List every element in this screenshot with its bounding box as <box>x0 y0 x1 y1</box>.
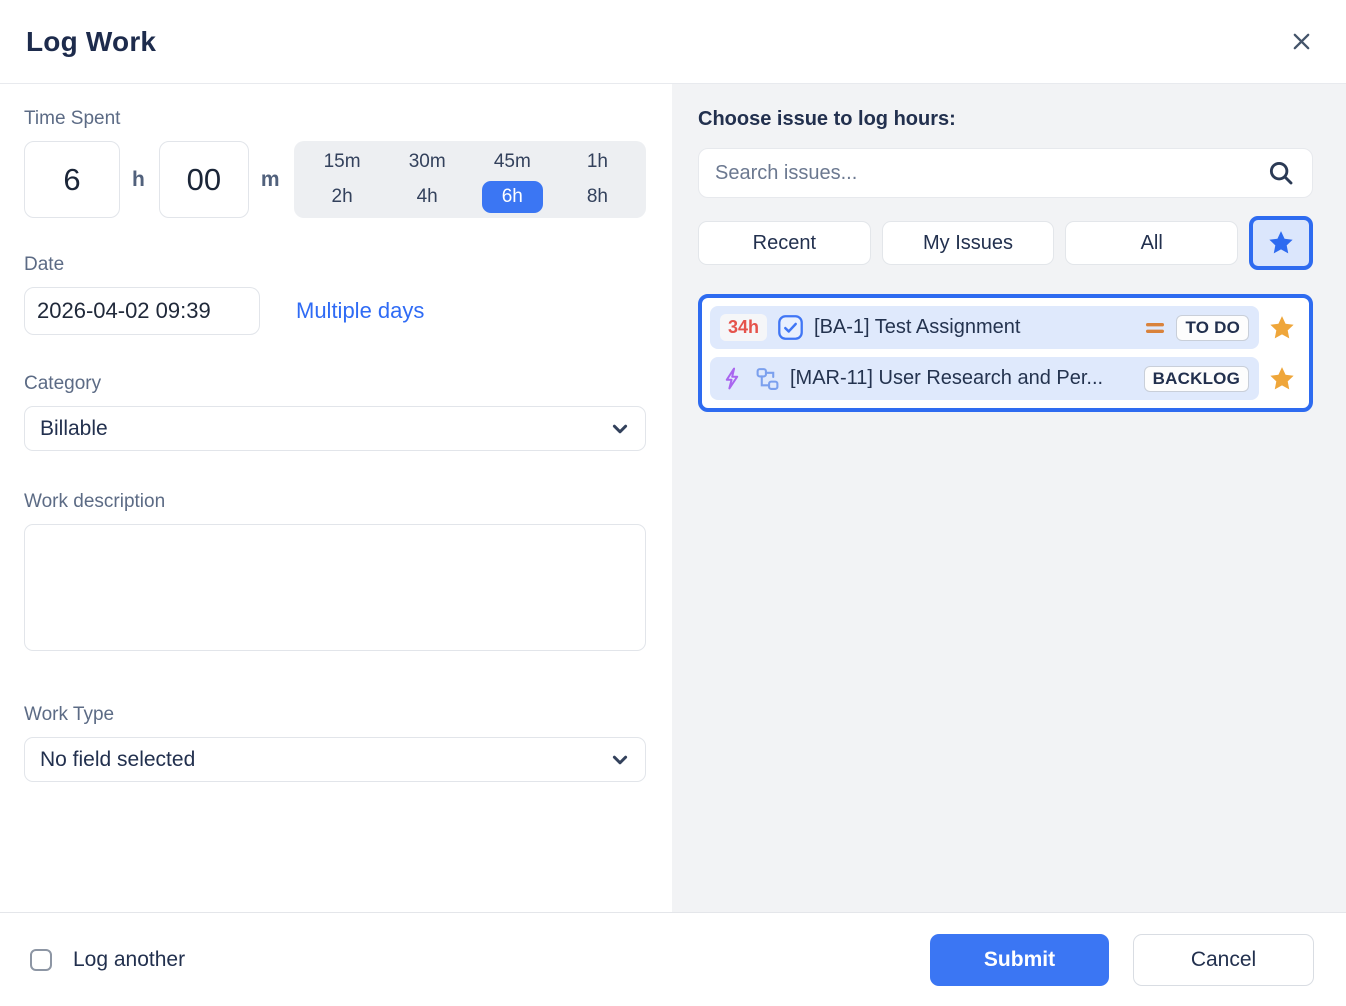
work-description-section: Work description <box>24 491 646 656</box>
medium-priority-icon <box>1144 320 1166 336</box>
task-checkbox-icon <box>777 314 804 341</box>
filter-all-label: All <box>1141 232 1163 255</box>
chevron-down-icon <box>611 420 629 438</box>
date-section: Date Multiple days <box>24 254 646 335</box>
dialog-body: Time Spent h m 15m 30m 45m 1h 2h 4h 6h 8… <box>0 84 1346 912</box>
preset-8h[interactable]: 8h <box>573 181 622 213</box>
hours-input[interactable] <box>24 141 120 218</box>
filter-recent-label: Recent <box>753 232 816 255</box>
work-type-section: Work Type No field selected <box>24 704 646 782</box>
log-another-checkbox[interactable] <box>30 949 52 971</box>
dialog-footer: Log another Submit Cancel <box>0 912 1346 1006</box>
cancel-button[interactable]: Cancel <box>1133 934 1314 986</box>
status-badge: BACKLOG <box>1144 366 1249 392</box>
favorite-toggle[interactable] <box>1259 313 1305 343</box>
log-another-label: Log another <box>73 948 185 972</box>
favorite-toggle[interactable] <box>1259 364 1305 394</box>
work-description-textarea[interactable] <box>24 524 646 651</box>
time-spent-row: h m 15m 30m 45m 1h 2h 4h 6h 8h <box>24 141 646 218</box>
multiple-days-link[interactable]: Multiple days <box>296 298 424 324</box>
log-form-pane: Time Spent h m 15m 30m 45m 1h 2h 4h 6h 8… <box>0 84 672 912</box>
date-input[interactable] <box>24 287 260 335</box>
preset-15m[interactable]: 15m <box>310 146 375 178</box>
close-button[interactable] <box>1284 25 1318 59</box>
preset-6h-selected[interactable]: 6h <box>482 181 543 213</box>
filter-my-issues-button[interactable]: My Issues <box>882 221 1055 265</box>
search-icon[interactable] <box>1266 158 1296 188</box>
preset-30m[interactable]: 30m <box>395 146 460 178</box>
category-value: Billable <box>40 417 108 441</box>
epic-lightning-icon <box>720 366 745 391</box>
logged-hours-badge: 34h <box>720 314 767 342</box>
dialog-title: Log Work <box>26 26 156 58</box>
preset-2h[interactable]: 2h <box>318 181 367 213</box>
filter-all-button[interactable]: All <box>1065 221 1238 265</box>
issue-title: [BA-1] Test Assignment <box>814 316 1134 339</box>
date-label: Date <box>24 254 646 276</box>
category-section: Category Billable <box>24 373 646 451</box>
work-type-label: Work Type <box>24 704 646 726</box>
status-badge: TO DO <box>1176 315 1249 341</box>
time-preset-panel: 15m 30m 45m 1h 2h 4h 6h 8h <box>294 141 646 218</box>
issue-row-mar-11[interactable]: [MAR-11] User Research and Per... BACKLO… <box>710 357 1259 400</box>
subtask-hierarchy-icon <box>755 366 780 391</box>
time-spent-label: Time Spent <box>24 108 646 130</box>
issue-list: 34h [BA-1] Test Assignment TO DO <box>698 294 1313 412</box>
work-description-label: Work description <box>24 491 646 513</box>
minutes-unit-label: m <box>261 168 280 192</box>
issue-line: 34h [BA-1] Test Assignment TO DO <box>710 306 1305 349</box>
log-work-dialog: Log Work Time Spent h m 15m 30m 45m 1h <box>0 0 1346 1006</box>
issue-filter-row: Recent My Issues All <box>698 216 1313 270</box>
work-type-value: No field selected <box>40 748 195 772</box>
issue-chooser-heading: Choose issue to log hours: <box>698 108 1313 131</box>
issue-row-ba-1[interactable]: 34h [BA-1] Test Assignment TO DO <box>710 306 1259 349</box>
category-label: Category <box>24 373 646 395</box>
issue-line: [MAR-11] User Research and Per... BACKLO… <box>710 357 1305 400</box>
close-icon <box>1290 30 1313 53</box>
preset-45m[interactable]: 45m <box>480 146 545 178</box>
favorite-star-icon <box>1267 364 1297 394</box>
star-icon <box>1266 228 1296 258</box>
issue-search-input[interactable] <box>715 162 1266 185</box>
issue-title: [MAR-11] User Research and Per... <box>790 367 1134 390</box>
log-another-control[interactable]: Log another <box>30 948 185 972</box>
hours-unit-label: h <box>132 168 145 192</box>
issue-chooser-pane: Choose issue to log hours: Recent My Iss… <box>672 84 1346 912</box>
category-select[interactable]: Billable <box>24 406 646 451</box>
preset-1h[interactable]: 1h <box>573 146 622 178</box>
issue-search-box <box>698 148 1313 198</box>
chevron-down-icon <box>611 751 629 769</box>
filter-my-issues-label: My Issues <box>923 232 1013 255</box>
minutes-input[interactable] <box>159 141 249 218</box>
filter-recent-button[interactable]: Recent <box>698 221 871 265</box>
preset-4h[interactable]: 4h <box>403 181 452 213</box>
dialog-header: Log Work <box>0 0 1346 84</box>
submit-button[interactable]: Submit <box>930 934 1109 986</box>
favorite-star-icon <box>1267 313 1297 343</box>
work-type-select[interactable]: No field selected <box>24 737 646 782</box>
filter-favorites-button[interactable] <box>1249 216 1313 270</box>
